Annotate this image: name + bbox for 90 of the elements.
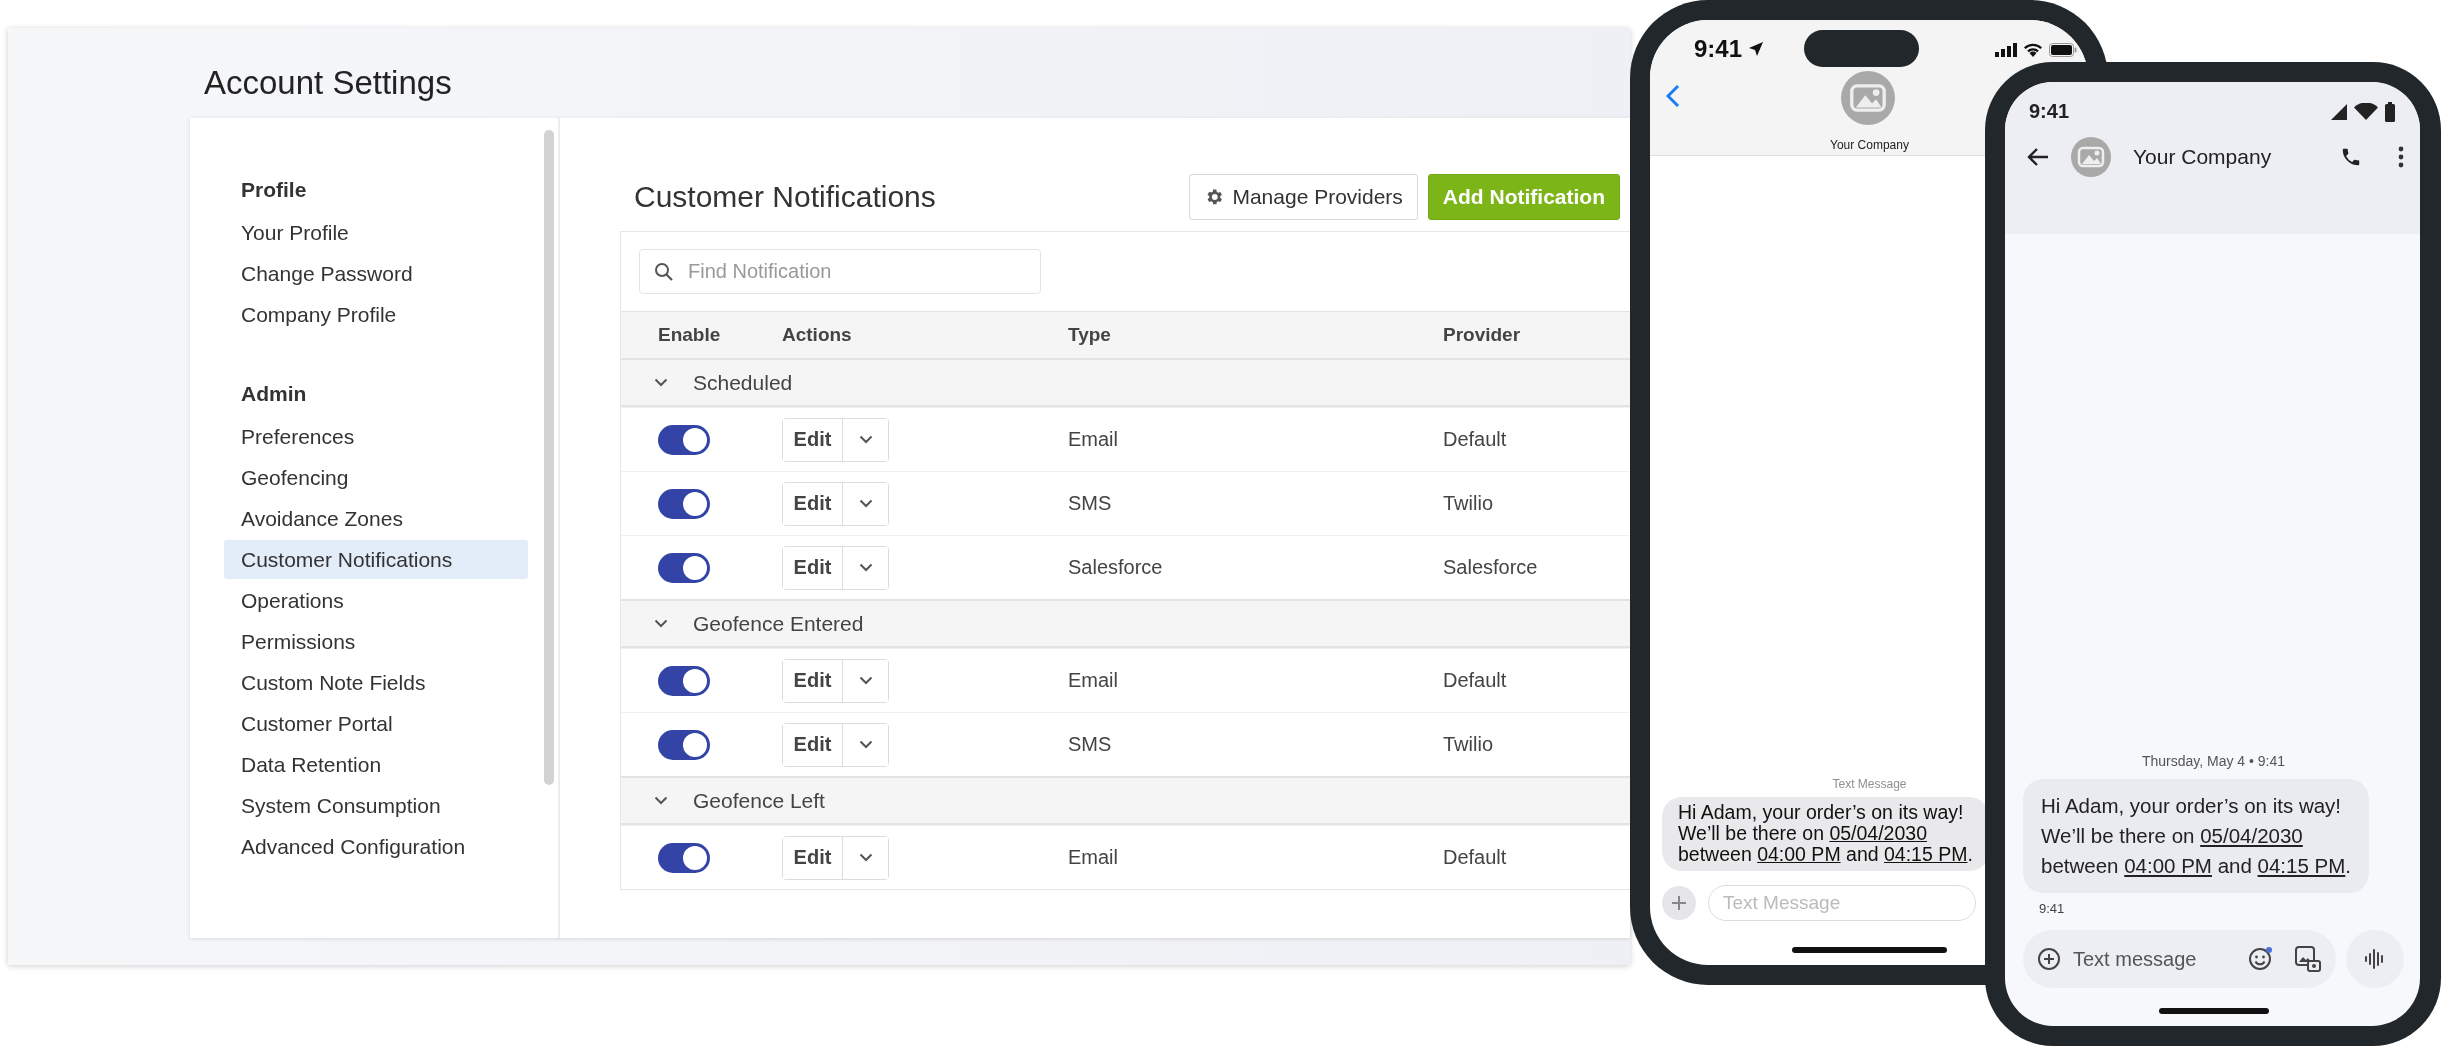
table-cell-text: Default xyxy=(1443,428,1508,451)
column-header: Provider xyxy=(1443,324,1522,346)
column-header: Actions xyxy=(782,324,853,346)
plus-icon xyxy=(1671,895,1687,911)
table-cell-text: Email xyxy=(1068,846,1119,869)
table-cell-text: Email xyxy=(1068,669,1119,692)
table-cell-text: SMS xyxy=(1068,492,1113,515)
edit-button[interactable]: Edit xyxy=(783,836,843,879)
image-icon xyxy=(1841,71,1895,125)
group-row[interactable]: Geofence Entered xyxy=(621,599,1630,648)
sidebar-item[interactable]: Company Profile xyxy=(224,295,528,334)
chevron-icon xyxy=(858,435,873,444)
more-icon[interactable] xyxy=(2398,146,2404,168)
contact-name: Your Company xyxy=(1829,138,1910,152)
message-field[interactable]: Text message xyxy=(2023,930,2337,988)
section-heading: Admin xyxy=(240,381,308,407)
emoji-icon[interactable] xyxy=(2248,946,2275,972)
image-icon xyxy=(2071,137,2111,177)
edit-button[interactable]: Edit xyxy=(783,418,843,461)
table-cell-text: Default xyxy=(1443,669,1508,692)
enable-toggle[interactable] xyxy=(658,729,710,760)
chevron-icon xyxy=(654,796,668,805)
table-cell-text: Twilio xyxy=(1443,733,1494,756)
chevron-icon xyxy=(654,378,668,387)
sidebar-item[interactable]: Change Password xyxy=(224,254,528,293)
gallery-icon[interactable] xyxy=(2294,945,2323,973)
sidebar-item[interactable]: Custom Note Fields xyxy=(224,663,528,702)
contact-name: Your Company xyxy=(2133,145,2273,169)
sidebar-item[interactable]: Geofencing xyxy=(224,458,528,497)
search-icon xyxy=(654,261,674,282)
sidebar-item[interactable]: System Consumption xyxy=(224,786,528,825)
chevron-icon xyxy=(858,499,873,508)
sidebar-item[interactable]: Your Profile xyxy=(224,213,528,252)
add-circle-icon[interactable] xyxy=(2037,947,2061,971)
column-header: Type xyxy=(1068,324,1112,346)
sidebar-item[interactable]: Customer Notifications xyxy=(224,540,528,579)
edit-button[interactable]: Edit xyxy=(783,659,843,702)
message-time: 9:41 xyxy=(2039,901,2066,916)
table-cell-text: SMS xyxy=(1068,733,1113,756)
wifi-icon xyxy=(2023,42,2043,57)
add-button[interactable] xyxy=(1662,886,1696,920)
manage-providers-button[interactable]: Manage Providers xyxy=(1189,174,1418,220)
sidebar-item[interactable]: Permissions xyxy=(224,622,528,661)
sidebar-item[interactable]: Avoidance Zones xyxy=(224,499,528,538)
sidebar-item[interactable]: Customer Portal xyxy=(224,704,528,743)
chevron-icon xyxy=(858,563,873,572)
signal-icon xyxy=(1995,42,2017,57)
phone-icon[interactable] xyxy=(2340,146,2362,168)
enable-toggle[interactable] xyxy=(658,552,710,583)
enable-toggle[interactable] xyxy=(658,488,710,519)
enable-toggle[interactable] xyxy=(658,842,710,873)
enable-toggle[interactable] xyxy=(658,665,710,696)
status-time: 9:41 xyxy=(2029,100,2070,123)
message-bubble: Hi Adam, your order’s on its way! We’ll be there on 05/04/2030 between 04:00 PM and 04:15 PM. xyxy=(2023,779,2369,893)
sidebar-item[interactable]: Operations xyxy=(224,581,528,620)
group-row[interactable]: Geofence Left xyxy=(621,776,1630,825)
group-name: Geofence Left xyxy=(693,788,825,813)
back-icon[interactable] xyxy=(1666,84,1680,108)
table-cell-text: Twilio xyxy=(1443,492,1494,515)
sidebar-item[interactable]: Preferences xyxy=(224,417,528,456)
chevron-icon xyxy=(858,676,873,685)
wifi-icon xyxy=(2354,102,2378,121)
location-arrow-icon xyxy=(1748,41,1765,57)
group-name: Geofence Entered xyxy=(693,611,864,636)
message-label: Text Message xyxy=(1831,777,1908,791)
battery-icon xyxy=(2384,101,2396,122)
sidebar-item[interactable]: Advanced Configuration xyxy=(224,827,528,866)
column-header: Enable xyxy=(658,324,722,346)
status-time: 9:41 xyxy=(1694,35,1743,63)
edit-button[interactable]: Edit xyxy=(783,482,843,525)
chevron-icon xyxy=(858,740,873,749)
edit-button[interactable]: Edit xyxy=(783,723,843,766)
section-title: Customer Notifications xyxy=(634,180,937,214)
edit-button[interactable]: Edit xyxy=(783,546,843,589)
chevron-icon xyxy=(858,853,873,862)
table-cell-text: Salesforce xyxy=(1068,556,1164,579)
sidebar-item[interactable]: Data Retention xyxy=(224,745,528,784)
back-arrow-icon[interactable] xyxy=(2027,147,2049,167)
group-row[interactable]: Scheduled xyxy=(621,358,1630,407)
battery-icon xyxy=(2049,42,2077,57)
table-cell-text: Email xyxy=(1068,428,1119,451)
section-heading: Profile xyxy=(240,177,308,203)
table-cell-text: Salesforce xyxy=(1443,556,1539,579)
scrollbar[interactable] xyxy=(544,130,554,785)
page-title: Account Settings xyxy=(204,64,452,103)
chevron-icon xyxy=(654,619,668,628)
enable-toggle[interactable] xyxy=(658,424,710,455)
table-cell-text: Default xyxy=(1443,846,1508,869)
message-date: Thursday, May 4 • 9:41 xyxy=(2140,753,2287,769)
group-name: Scheduled xyxy=(693,370,793,395)
